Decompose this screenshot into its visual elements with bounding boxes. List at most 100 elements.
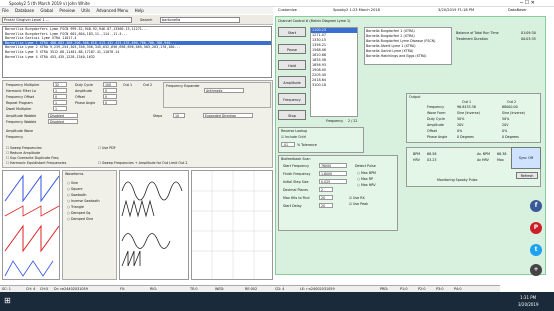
harmonic-filter-input[interactable]: 1 <box>53 88 67 93</box>
program-info-list: Bornella Burgdorferi 1 (XTRA) Bornella B… <box>364 27 452 65</box>
preset-select[interactable]: Proshi Gingivin Level 1 ... <box>2 17 132 23</box>
max-rp-radio[interactable]: ○ Max RP <box>357 177 373 181</box>
include-cntrl-checkbox[interactable]: ☑ Include Cntrl <box>281 135 306 139</box>
waveform-option[interactable]: ○ Inverse Sawtooth <box>67 199 100 203</box>
menu-global[interactable]: Global <box>40 8 53 13</box>
waveform-option[interactable]: ○ Sine <box>67 181 78 185</box>
waveforms-header: Waveforms <box>65 172 84 176</box>
windows-start-icon[interactable]: ⊞ <box>4 296 11 305</box>
waveform-option[interactable]: ○ Square <box>67 187 83 191</box>
waveform-scope-middle <box>119 170 189 280</box>
menu-database[interactable]: Database <box>15 8 34 13</box>
tolerance-input[interactable]: .01 <box>281 142 295 147</box>
list-item[interactable]: 3100.18 <box>311 83 357 88</box>
start-button[interactable]: Start <box>278 27 306 37</box>
spectrum-grid <box>191 170 273 280</box>
offset-label: Offset <box>75 95 85 99</box>
max-hits-input[interactable]: 20 <box>319 195 333 200</box>
freq-wobble-label: Frequency Wobble <box>6 120 37 124</box>
freq-wobble-select[interactable]: Disabled <box>48 119 78 124</box>
frequency-program-list[interactable]: Bornellia Burgdorferi Lyme FSCN 999.52,9… <box>2 26 272 78</box>
refresh-button[interactable]: Refresh <box>516 172 538 179</box>
hrv-label: HRV <box>413 158 420 162</box>
stop-button[interactable]: Stop <box>278 110 306 120</box>
menu-preview[interactable]: Preview <box>59 8 75 13</box>
dwell-multiplier-input[interactable]: 1 <box>53 106 67 111</box>
av-bpm-label: Av. BPM <box>477 152 490 156</box>
window-controls[interactable]: ─ ☐ ✕ <box>520 0 535 6</box>
hold-button[interactable]: Hold <box>278 60 306 70</box>
hrv-value: 03.23 <box>427 158 437 162</box>
output-value: 50% <box>457 117 465 121</box>
waveform-option[interactable]: ○ Damped Sq. <box>67 211 91 215</box>
twitter-icon[interactable]: t <box>530 244 542 256</box>
freq-expand-select[interactable]: Arithmetic <box>204 88 244 93</box>
finish-freq-input[interactable]: 1.8000 <box>319 171 347 176</box>
sync-off-button[interactable]: Sync Off <box>511 147 541 169</box>
amp-wobble-select[interactable]: Disabled <box>48 113 78 118</box>
sweep-checkbox[interactable]: ☐ Sweep Frequencies <box>6 146 42 150</box>
harmonic-checkbox[interactable]: ☐ Harmonic Equidistant Frequencies <box>6 161 66 165</box>
list-item[interactable]: Bornellia Lyme 4 XTRA 453,435,1228,1340,… <box>3 55 271 60</box>
expand-direction-select[interactable]: Expanded Direction <box>203 113 253 118</box>
pause-button[interactable]: Pause <box>278 44 306 54</box>
decimal-places-input[interactable]: 2 <box>319 187 333 192</box>
max-bpm-radio[interactable]: ○ Max BPM <box>357 171 376 175</box>
waveform-option[interactable]: ○ Sawtooth <box>67 193 86 197</box>
search-input[interactable]: bartonella <box>160 17 240 23</box>
repeat-program-input[interactable]: 1 <box>53 100 67 105</box>
amplitude-input[interactable]: 0 <box>103 88 117 93</box>
duty-cycle-input[interactable]: 100 <box>103 82 117 87</box>
status-field: P4:0 <box>454 287 462 291</box>
spectrum-grid-drawing <box>192 171 272 279</box>
bpm-label: BPM <box>413 152 421 156</box>
output-row-label: Offset <box>427 129 437 133</box>
max-hrv-radio[interactable]: ○ Max HRV <box>357 183 376 187</box>
freq-multiplier-input[interactable]: 32 <box>53 82 67 87</box>
freq-offset-input[interactable]: 0 <box>53 94 67 99</box>
waveform-selector-panel: Waveforms ○ Sine ○ Square ○ Sawtooth ○ I… <box>62 170 117 280</box>
menu-bar: File Database Global Preview Utils Advan… <box>0 7 273 14</box>
decimal-places-label: Decimal Places <box>283 188 308 192</box>
info-line: Bornella Hatchlings and Eggs (XTRA) <box>366 54 427 58</box>
frequency-expander-group: Frequency Expander Arithmetic <box>163 82 271 108</box>
status-field: CH:5 <box>40 287 49 291</box>
use-peak-checkbox[interactable]: ☑ Use Peak <box>349 202 368 206</box>
frequency-button[interactable]: Frequency <box>278 93 306 105</box>
waveform-option[interactable]: ○ Triangle <box>67 205 84 209</box>
frequency-progress: 2 / 22 <box>348 119 358 123</box>
duration-label: Treatment Duration <box>456 37 489 41</box>
reverse-lookup-group: Reverse Lookup ☑ Include Cntrl .01 % Tol… <box>278 127 364 153</box>
menu-utils[interactable]: Utils <box>81 8 90 13</box>
detect-pulse-label: Detect Pulse <box>355 164 376 168</box>
start-delay-input[interactable]: 20 <box>319 203 333 208</box>
customize-link[interactable]: Customize <box>278 8 297 12</box>
initial-step-input[interactable]: 0.025 <box>319 179 347 184</box>
dwell-multiplier-label: Dwell Multiplier <box>6 107 32 111</box>
sweep-amplitude-checkbox[interactable]: ☐ Sweep Frequencies + Amplitude for Out … <box>98 161 188 165</box>
out2-label: Out 2 <box>143 83 153 87</box>
waveform-option[interactable]: ○ Damped Sine <box>67 217 93 221</box>
output-header: Output <box>409 95 421 99</box>
output-value: 50% <box>502 117 510 121</box>
frequency-list[interactable]: 1100.23 1271.07 1330.15 1356.21 1568.06 … <box>310 27 358 117</box>
reduce-amplitude-checkbox[interactable]: ☐ Reduce Amplitude <box>6 151 40 155</box>
steps-input[interactable]: 10 <box>173 113 185 118</box>
menu-advanced[interactable]: Advanced Menu <box>96 8 128 13</box>
output-row-label: Amplitude <box>427 123 444 127</box>
start-freq-input[interactable]: 76000 <box>319 163 347 168</box>
use-pdf-checkbox[interactable]: ☐ Use PDF <box>98 146 116 150</box>
phase-angle-input[interactable]: 0 <box>103 100 117 105</box>
frequency-wave-label: Frequency <box>6 135 24 139</box>
overwrite-checkbox[interactable]: ☐ Sup Overwrite Duplicate Freq <box>6 156 58 160</box>
offset-input[interactable]: 0 <box>103 94 117 99</box>
amplitude-wave-label: Amplitude Wave <box>6 129 33 133</box>
tolerance-label: % Tolerance <box>297 143 317 147</box>
facebook-icon[interactable]: f <box>530 200 542 212</box>
use-rx-checkbox[interactable]: ☑ Use RX <box>349 196 365 200</box>
pinterest-icon[interactable]: P <box>530 222 542 234</box>
plus-icon[interactable]: + <box>530 264 542 276</box>
amplitude-button[interactable]: Amplitude <box>278 76 306 88</box>
menu-help[interactable]: Help <box>135 8 144 13</box>
menu-file[interactable]: File <box>2 8 9 13</box>
